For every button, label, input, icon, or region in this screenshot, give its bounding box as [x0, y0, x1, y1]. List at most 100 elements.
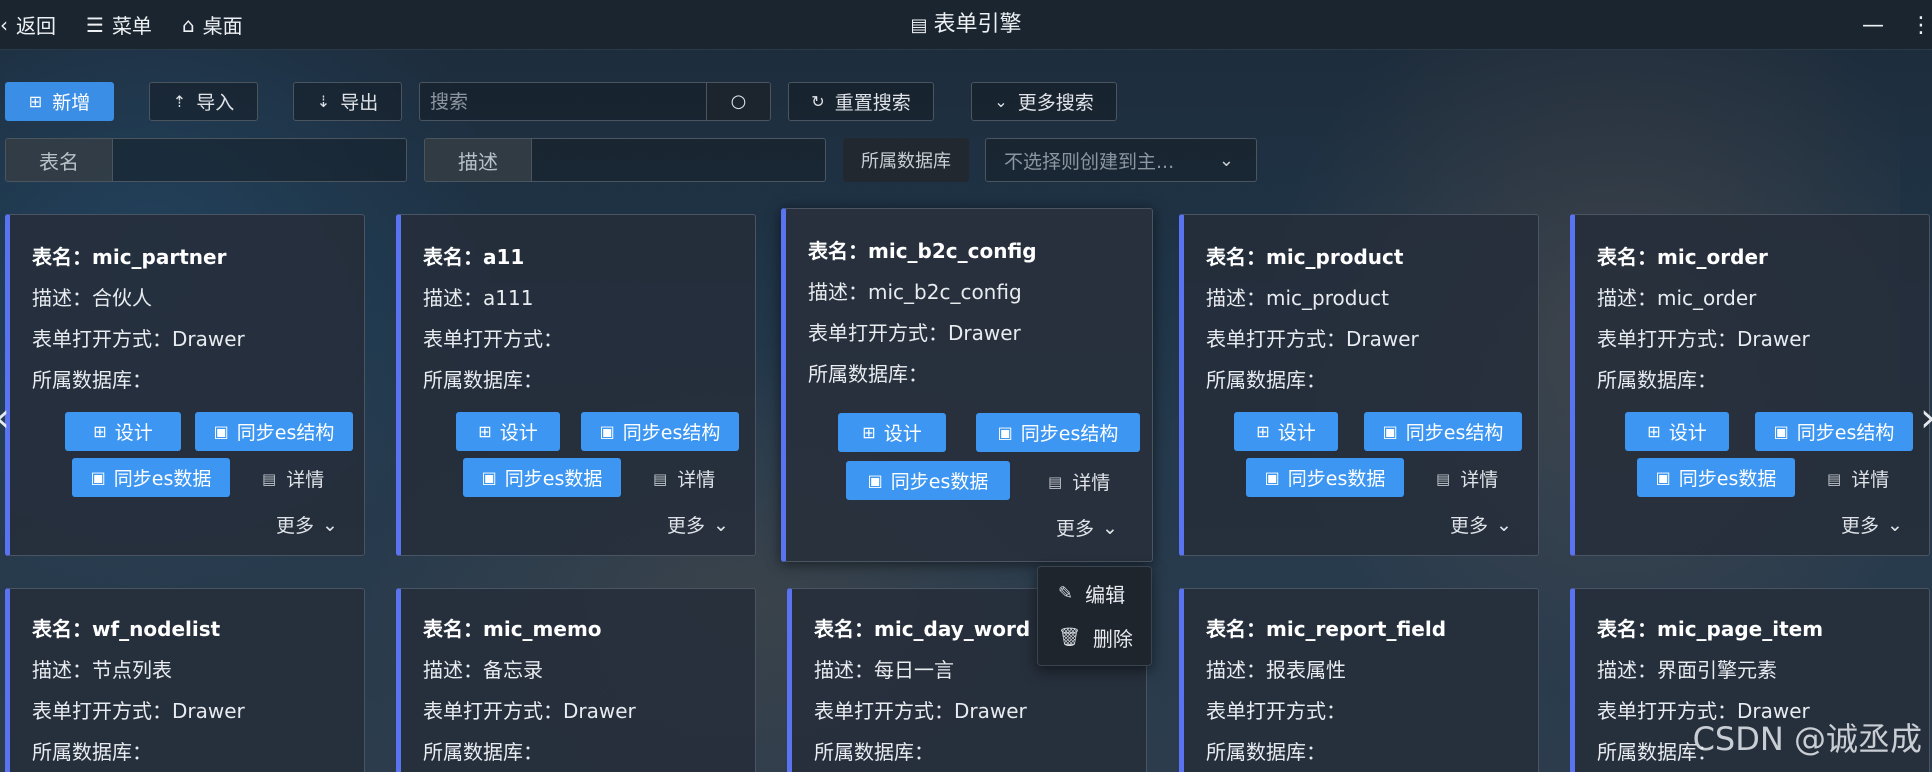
design-button[interactable]: ⊞ 设计: [838, 413, 946, 452]
sync-data-button[interactable]: ▣ 同步es数据: [1246, 458, 1404, 497]
more-dropdown-button[interactable]: 更多 ⌄: [276, 511, 338, 538]
menu-button[interactable]: ☰ 菜单: [86, 10, 152, 39]
add-file-icon: ⊞: [28, 92, 43, 111]
add-button[interactable]: ⊞ 新增: [5, 82, 114, 121]
more-search-button[interactable]: ⌄ 更多搜索: [971, 82, 1117, 121]
search-group: ○: [419, 82, 771, 121]
sync-structure-button[interactable]: ▣ 同步es结构: [195, 412, 353, 451]
more-label: 更多: [667, 515, 706, 537]
delete-menu-item[interactable]: 🗑 删除: [1058, 623, 1133, 652]
file-sync-icon: ▣: [481, 468, 497, 487]
desc-filter: 描述: [424, 138, 826, 182]
table-icon: ⊞: [1256, 422, 1270, 441]
detail-link[interactable]: ▤ 详情: [1436, 465, 1498, 492]
chevron-left-icon: ‹: [0, 12, 8, 37]
name-filter-input[interactable]: [113, 139, 403, 181]
card-description: 描述：节点列表: [32, 658, 172, 682]
sync-data-button[interactable]: ▣ 同步es数据: [72, 458, 230, 497]
maximize-icon[interactable]: ⋮: [1910, 13, 1932, 38]
sync-structure-label: 同步es结构: [236, 422, 335, 444]
back-button[interactable]: ‹ 返回: [0, 10, 56, 39]
window-controls: — ⋮: [1862, 0, 1932, 50]
more-label: 更多: [1450, 515, 1489, 537]
card-database: 所属数据库：: [1597, 368, 1717, 392]
desktop-button[interactable]: ⌂ 桌面: [182, 10, 243, 39]
more-label: 更多: [276, 515, 315, 537]
file-sync-icon: ▣: [213, 422, 229, 441]
desc-filter-input[interactable]: [532, 139, 822, 181]
export-button[interactable]: ⇣ 导出: [293, 82, 402, 121]
design-label: 设计: [1668, 422, 1707, 444]
card-database: 所属数据库：: [423, 368, 543, 392]
more-dropdown-button[interactable]: 更多 ⌄: [667, 511, 729, 538]
sync-structure-button[interactable]: ▣ 同步es结构: [1755, 412, 1913, 451]
toolbar: ⊞ 新增 ⇡ 导入 ⇣ 导出 ○ ↻ 重置搜索 ⌄ 更多搜索: [5, 82, 1117, 121]
document-icon: ▤: [1048, 472, 1063, 491]
form-card: 表名：mic_report_field 描述：报表属性 表单打开方式： 所属数据…: [1179, 588, 1539, 772]
sync-data-label: 同步es数据: [504, 468, 603, 490]
watermark: CSDN @诚丞成: [1692, 720, 1922, 758]
sync-structure-label: 同步es结构: [1796, 422, 1895, 444]
design-button[interactable]: ⊞ 设计: [456, 412, 560, 451]
file-sync-icon: ▣: [90, 468, 106, 487]
card-open-mode: 表单打开方式：Drawer: [32, 699, 245, 723]
sync-data-button[interactable]: ▣ 同步es数据: [1637, 458, 1795, 497]
minimize-icon[interactable]: —: [1862, 13, 1884, 38]
card-description: 描述：a111: [423, 286, 534, 310]
sync-data-button[interactable]: ▣ 同步es数据: [463, 458, 621, 497]
more-dropdown-button[interactable]: 更多 ⌄: [1841, 511, 1903, 538]
design-label: 设计: [114, 422, 153, 444]
design-label: 设计: [499, 422, 538, 444]
sync-structure-label: 同步es结构: [622, 422, 721, 444]
chevron-down-icon: ⌄: [1102, 516, 1118, 539]
search-button[interactable]: ○: [706, 83, 770, 120]
search-input[interactable]: [420, 83, 706, 120]
sync-structure-button[interactable]: ▣ 同步es结构: [1364, 412, 1522, 451]
more-label: 更多: [1841, 515, 1880, 537]
file-sync-icon: ▣: [1382, 422, 1398, 441]
detail-link[interactable]: ▤ 详情: [1827, 465, 1889, 492]
table-icon: ⊞: [862, 423, 876, 442]
filter-row: 表名 描述 所属数据库 不选择则创建到主... ⌄: [5, 138, 1257, 182]
name-filter: 表名: [5, 138, 407, 182]
next-arrow-icon[interactable]: ›: [1920, 395, 1932, 441]
reset-search-button[interactable]: ↻ 重置搜索: [788, 82, 934, 121]
prev-arrow-icon[interactable]: ‹: [0, 395, 10, 441]
design-button[interactable]: ⊞ 设计: [1234, 412, 1338, 451]
card-table-name: 表名：mic_memo: [423, 617, 602, 641]
form-card: 表名：mic_order 描述：mic_order 表单打开方式：Drawer …: [1570, 214, 1930, 556]
card-table-name: 表名：a11: [423, 245, 525, 269]
card-open-mode: 表单打开方式：Drawer: [808, 321, 1021, 345]
menu-label: 菜单: [111, 14, 152, 38]
edit-menu-item[interactable]: ✎ 编辑: [1058, 579, 1125, 608]
detail-link[interactable]: ▤ 详情: [1048, 468, 1110, 495]
home-icon: ⌂: [181, 12, 195, 37]
import-button[interactable]: ⇡ 导入: [149, 82, 258, 121]
design-button[interactable]: ⊞ 设计: [65, 412, 181, 451]
card-database: 所属数据库：: [1206, 368, 1326, 392]
card-table-name: 表名：mic_b2c_config: [808, 239, 1037, 263]
design-button[interactable]: ⊞ 设计: [1625, 412, 1729, 451]
detail-link[interactable]: ▤ 详情: [653, 465, 715, 492]
sync-data-label: 同步es数据: [1287, 468, 1386, 490]
db-filter-select[interactable]: 不选择则创建到主... ⌄: [985, 138, 1257, 182]
download-icon: ⇣: [316, 92, 331, 111]
sync-structure-label: 同步es结构: [1405, 422, 1504, 444]
more-dropdown-button[interactable]: 更多 ⌄: [1056, 514, 1118, 541]
more-label: 更多: [1056, 518, 1095, 540]
card-database: 所属数据库：: [814, 740, 934, 764]
detail-link[interactable]: ▤ 详情: [262, 465, 324, 492]
card-description: 描述：mic_product: [1206, 286, 1389, 310]
form-card: 表名：a11 描述：a111 表单打开方式： 所属数据库： ⊞ 设计 ▣ 同步es结…: [396, 214, 756, 556]
card-open-mode: 表单打开方式：: [1206, 699, 1346, 723]
more-dropdown-button[interactable]: 更多 ⌄: [1450, 511, 1512, 538]
sync-structure-button[interactable]: ▣ 同步es结构: [976, 413, 1140, 452]
sync-data-button[interactable]: ▣ 同步es数据: [846, 461, 1010, 500]
sync-structure-button[interactable]: ▣ 同步es结构: [581, 412, 739, 451]
card-open-mode: 表单打开方式：Drawer: [814, 699, 1027, 723]
card-open-mode: 表单打开方式：Drawer: [423, 699, 636, 723]
detail-label: 详情: [1851, 469, 1890, 491]
card-description: 描述：界面引擎元素: [1597, 658, 1777, 682]
chevron-down-icon: ⌄: [1218, 149, 1234, 171]
design-label: 设计: [1277, 422, 1316, 444]
